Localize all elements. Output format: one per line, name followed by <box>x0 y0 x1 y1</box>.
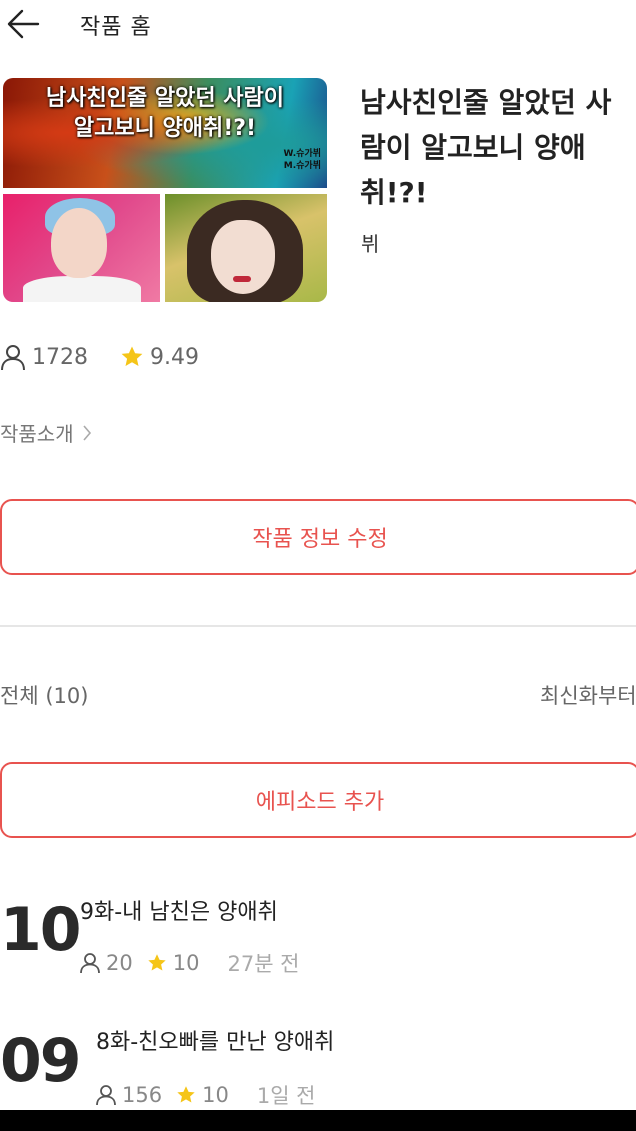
cover-credit: W.슈가뷔 M.슈가뷔 <box>284 148 321 172</box>
add-episode-button[interactable]: 에피소드 추가 <box>0 762 636 838</box>
story-intro-label: 작품소개 <box>0 422 74 446</box>
star-icon <box>121 346 143 366</box>
episode-item[interactable]: 10 9화-내 남친은 양애취 20 10 27분 전 <box>0 880 636 990</box>
cover-banner: 남사친인줄 알았던 사람이 알고보니 양애취!?! W.슈가뷔 M.슈가뷔 <box>3 78 327 188</box>
edit-story-info-button[interactable]: 작품 정보 수정 <box>0 499 636 575</box>
episode-title: 8화-친오빠를 만난 양애취 <box>96 1030 335 1055</box>
page-title: 작품 홈 <box>80 15 152 40</box>
section-divider <box>0 625 636 627</box>
episode-number: 10 <box>0 895 81 965</box>
episode-views: 156 <box>122 1083 163 1107</box>
episode-views: 20 <box>106 951 133 975</box>
episode-count: 전체 (10) <box>0 684 89 708</box>
author-name[interactable]: 뷔 <box>361 228 379 257</box>
cover-title-line2: 알고보니 양애취!?! <box>73 116 257 141</box>
episode-meta: 156 10 1일 전 <box>96 1080 316 1110</box>
person-icon <box>96 1085 116 1106</box>
star-icon <box>177 1086 195 1103</box>
episode-time: 1일 전 <box>256 1084 316 1108</box>
episode-rating: 10 <box>202 1083 229 1107</box>
person-icon <box>1 345 25 371</box>
episode-time: 27분 전 <box>227 952 300 976</box>
back-arrow-icon[interactable] <box>6 8 40 40</box>
story-intro-link[interactable]: 작품소개 <box>0 418 92 447</box>
story-stats: 1728 9.49 <box>0 341 199 373</box>
episode-title: 9화-내 남친은 양애취 <box>80 900 278 925</box>
cover-credit-maker: M.슈가뷔 <box>283 161 321 171</box>
cover-photo-right <box>165 194 327 302</box>
rating-value: 9.49 <box>150 344 199 370</box>
sort-order-toggle[interactable]: 최신화부터 <box>540 680 636 710</box>
view-count: 1728 <box>32 344 88 370</box>
cover-credit-writer: W.슈가뷔 <box>283 149 321 159</box>
chevron-right-icon <box>83 424 91 441</box>
cover-image: 남사친인줄 알았던 사람이 알고보니 양애취!?! W.슈가뷔 M.슈가뷔 <box>3 78 327 302</box>
person-icon <box>80 953 100 974</box>
episode-number: 09 <box>0 1026 81 1096</box>
episode-item[interactable]: 09 8화-친오빠를 만난 양애취 156 10 1일 전 <box>0 1010 636 1110</box>
episode-meta: 20 10 27분 전 <box>80 948 300 978</box>
story-title: 남사친인줄 알았던 사람이 알고보니 양애취!?! <box>360 86 612 209</box>
star-icon <box>148 954 166 971</box>
episode-rating: 10 <box>172 951 200 975</box>
cover-title-line1: 남사친인줄 알았던 사람이 <box>46 86 284 111</box>
cover-photo-left <box>3 194 160 302</box>
system-nav-bar <box>0 1110 636 1131</box>
